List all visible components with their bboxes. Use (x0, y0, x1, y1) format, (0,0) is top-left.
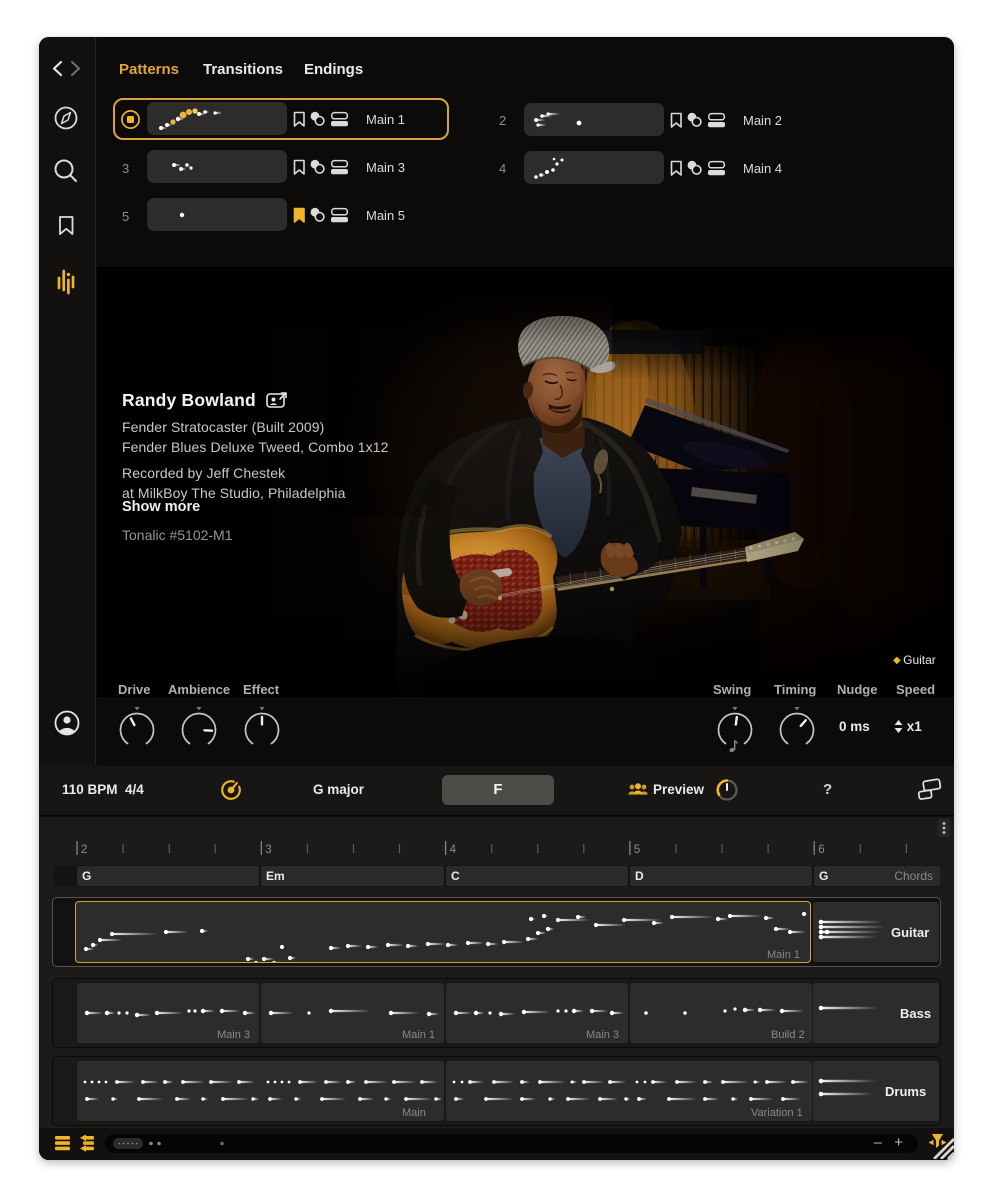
svg-text:2: 2 (81, 844, 87, 856)
svg-text:5: 5 (634, 844, 640, 856)
svg-text:6: 6 (818, 844, 824, 856)
svg-text:4: 4 (450, 844, 457, 856)
svg-text:3: 3 (265, 844, 271, 856)
